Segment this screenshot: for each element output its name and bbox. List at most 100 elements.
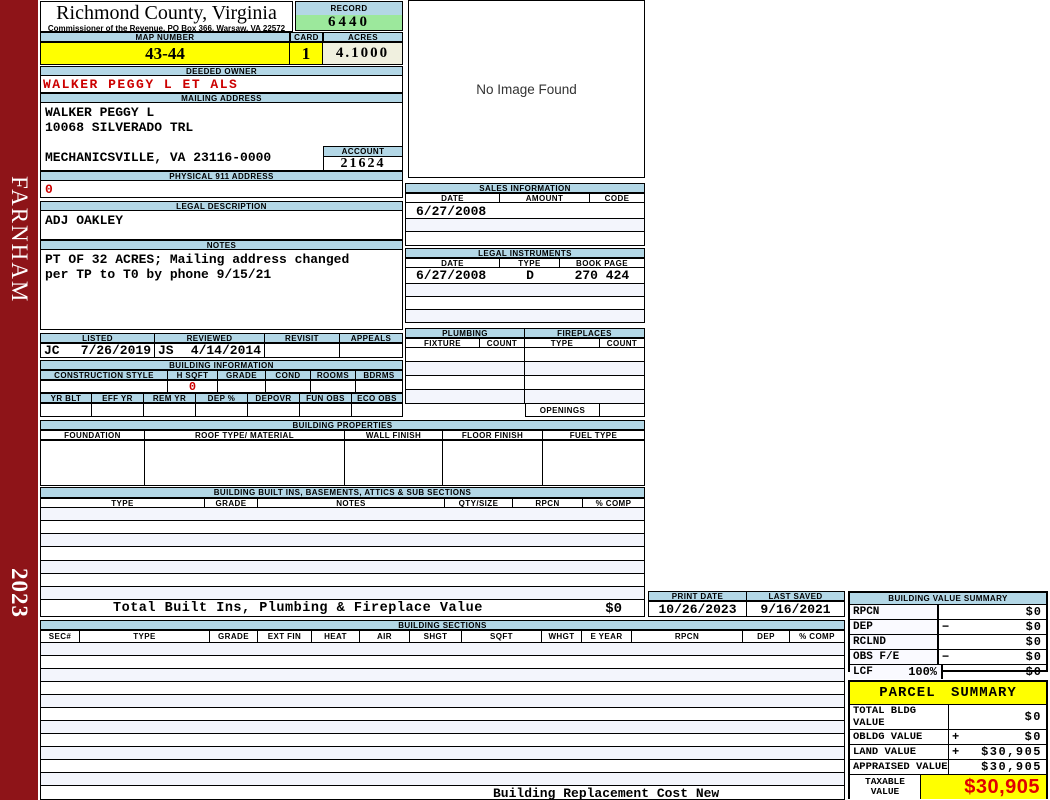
grade-header: GRADE [218,370,266,380]
bdrms-header: BDRMS [356,370,403,380]
funobs-value [300,403,352,417]
bvs-dep-value: $0 [1025,620,1042,634]
effyr-value [92,403,144,417]
building-sections-col-headers: SEC# TYPE GRADE EXT FIN HEAT AIR SHGT SQ… [40,630,845,643]
listed-date: 7/26/2019 [80,343,151,358]
parcel-obldg-label: OBLDG VALUE [850,730,949,744]
review-value-row: JC 7/26/2019 JS 4/14/2014 [40,343,403,358]
bi-type-header: TYPE [40,498,205,508]
parcel-obldg-value: $0 [1024,730,1042,744]
ecoobs-value [352,403,403,417]
mailing-line-1: WALKER PEGGY L [45,105,155,120]
appeals-cell [340,343,403,358]
building-properties-cells [40,440,645,486]
legal-instruments-header: LEGAL INSTRUMENTS [405,248,645,258]
bs-extfin-header: EXT FIN [258,630,312,643]
last-saved-value: 9/16/2021 [760,601,831,617]
fireplaces-header: FIREPLACES [525,328,645,338]
built-ins-header: BUILDING BUILT INS, BASEMENTS, ATTICS & … [40,487,645,498]
listed-cell: JC 7/26/2019 [40,343,155,358]
building-info-values-1: 0 [40,380,403,393]
built-ins-total-value: $0 [605,601,622,617]
taxable-label-2: VALUE [870,786,900,797]
sales-info-header: SALES INFORMATION [405,183,645,193]
property-record-card: FARNHAM 2023 Richmond County, Virginia C… [0,0,1050,800]
county-title: Richmond County, Virginia [56,1,277,24]
built-ins-rows [40,508,645,600]
card-value: 1 [290,42,323,65]
hsqft-value: 0 [168,380,218,393]
effyr-header: EFF YR [92,393,144,403]
parcel-appraised-value: $30,905 [981,760,1042,774]
deppct-header: DEP % [196,393,248,403]
bi-qty-header: QTY/SIZE [445,498,513,508]
sales-row-1: 6/27/2008 [405,203,645,219]
construction-style-value [40,380,168,393]
instr-type-value: D [526,268,534,283]
plumbing-count-header: COUNT [480,338,525,348]
reviewed-date: 4/14/2014 [190,343,261,358]
instr-bookpage-header: BOOK PAGE [560,258,645,268]
map-number-value: 43-44 [40,42,290,65]
wall-finish-header: WALL FINISH [345,430,443,440]
openings-value [600,404,645,417]
instruments-col-headers: DATE TYPE BOOK PAGE [405,258,645,268]
bi-rpcn-header: RPCN [513,498,583,508]
foundation-cell [40,440,145,486]
mailing-line-2: 10068 SILVERADO TRL [45,120,194,135]
building-information-header: BUILDING INFORMATION [40,360,403,370]
parcel-land-label: LAND VALUE [850,745,949,759]
yrblt-value [40,403,92,417]
built-ins-col-headers: TYPE GRADE NOTES QTY/SIZE RPCN % COMP [40,498,645,508]
bs-eyear-header: E YEAR [582,630,632,643]
bvs-dep-label: DEP [850,620,939,634]
bvs-lcf-label: LCF [853,666,873,678]
instr-type-header: TYPE [500,258,560,268]
bs-whgt-header: WHGT [542,630,582,643]
district-label: FARNHAM [7,176,32,304]
building-properties-header: BUILDING PROPERTIES [40,420,645,430]
building-sections-footer-row: Building Replacement Cost New [40,786,845,800]
floor-finish-cell [443,440,543,486]
depovr-value [248,403,300,417]
print-date-cell: 10/26/2023 [648,601,747,617]
plumbing-header: PLUMBING [405,328,525,338]
reviewed-cell: JS 4/14/2014 [155,343,265,358]
bs-shgt-header: SHGT [410,630,462,643]
no-image-text: No Image Found [476,81,577,97]
bvs-obs-label: OBS F/E [850,650,939,664]
roof-header: ROOF TYPE/ MATERIAL [145,430,345,440]
print-info-values: 10/26/2023 9/16/2021 [648,601,845,617]
hsqft-header: H SQFT [168,370,218,380]
sales-code-header: CODE [590,193,645,203]
openings-text: OPENINGS [539,405,586,415]
parcel-summary-title: PARCEL SUMMARY [850,682,1046,705]
bvs-lcf-op [943,665,960,679]
revisit-cell [265,343,340,358]
fuel-type-header: FUEL TYPE [543,430,645,440]
rooms-value [311,380,356,393]
reviewed-by: JS [158,343,174,358]
account-value: 21624 [323,156,403,171]
bs-sqft-header: SQFT [462,630,542,643]
bs-heat-header: HEAT [312,630,360,643]
sales-date-header: DATE [405,193,500,203]
acres-header: ACRES [323,32,403,42]
print-date-header: PRINT DATE [648,591,747,601]
bvs-obs-op: − [942,650,950,664]
parcel-land-value: $30,905 [981,745,1042,759]
legal-description-header: LEGAL DESCRIPTION [40,201,403,211]
bvs-lcf-label-cell: LCF 100% [850,665,943,679]
bs-type-header: TYPE [80,630,210,643]
bvs-title: BUILDING VALUE SUMMARY [850,593,1046,605]
deppct-value [196,403,248,417]
taxable-row: TAXABLE VALUE $30,905 [850,775,1046,799]
last-saved-cell: 9/16/2021 [747,601,845,617]
sales-col-headers: DATE AMOUNT CODE [405,193,645,203]
sidebar: FARNHAM 2023 [0,0,38,800]
depovr-header: DEPOVR [248,393,300,403]
building-info-headers-1: CONSTRUCTION STYLE H SQFT GRADE COND ROO… [40,370,403,380]
fuel-type-cell [543,440,645,486]
construction-style-header: CONSTRUCTION STYLE [40,370,168,380]
notes-line-2: per TP to T0 by phone 9/15/21 [45,267,272,282]
